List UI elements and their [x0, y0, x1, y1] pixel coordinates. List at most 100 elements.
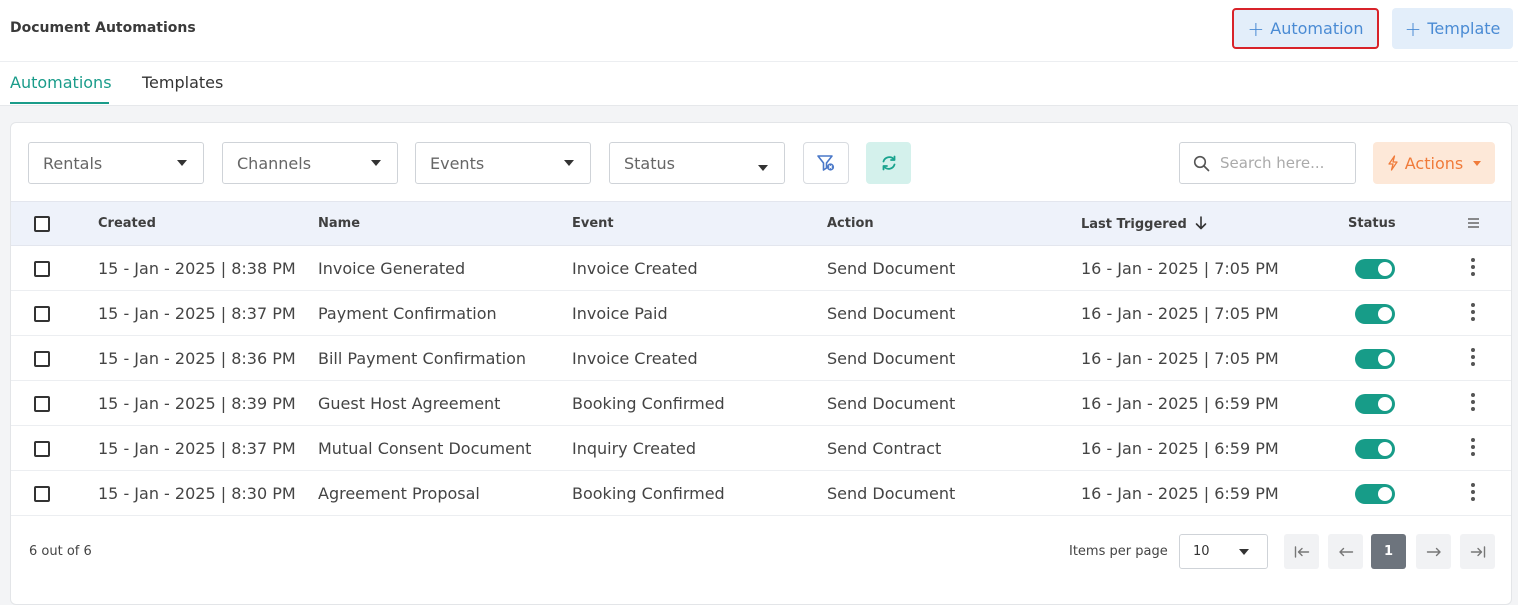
row-checkbox[interactable] [34, 441, 50, 457]
rentals-dropdown[interactable]: Rentals [28, 142, 204, 184]
event-cell: Invoice Created [572, 349, 698, 368]
items-per-page-select[interactable]: 10 [1179, 534, 1268, 569]
row-checkbox[interactable] [34, 306, 50, 322]
last-triggered-cell: 16 - Jan - 2025 | 7:05 PM [1081, 304, 1279, 323]
column-header-status[interactable]: Status [1348, 216, 1396, 231]
events-dropdown-label: Events [430, 153, 485, 173]
active-tab-indicator [10, 102, 109, 104]
table-row[interactable]: 15 - Jan - 2025 | 8:37 PM Payment Confirm… [11, 291, 1511, 336]
kebab-dot [1471, 303, 1475, 307]
plus-icon: + [1247, 16, 1265, 41]
status-toggle[interactable] [1355, 349, 1395, 369]
column-header-name[interactable]: Name [318, 216, 360, 231]
items-per-page-label: Items per page [1069, 544, 1168, 559]
refresh-button[interactable] [866, 142, 911, 184]
more-options-icon[interactable] [1469, 393, 1477, 413]
more-options-icon[interactable] [1469, 303, 1477, 323]
kebab-dot [1471, 317, 1475, 321]
select-all-checkbox[interactable] [34, 216, 50, 232]
arrow-right-icon [1426, 547, 1441, 556]
name-cell: Guest Host Agreement [318, 394, 501, 413]
kebab-dot [1471, 272, 1475, 276]
lightning-icon [1388, 155, 1398, 171]
column-header-last-triggered[interactable]: Last Triggered [1081, 216, 1207, 232]
row-checkbox[interactable] [34, 396, 50, 412]
search-input[interactable] [1220, 153, 1350, 173]
rentals-dropdown-label: Rentals [43, 153, 103, 173]
table-row[interactable]: 15 - Jan - 2025 | 8:30 PM Agreement Propo… [11, 471, 1511, 516]
status-toggle[interactable] [1355, 484, 1395, 504]
caret-down-icon [758, 165, 768, 171]
last-triggered-cell: 16 - Jan - 2025 | 6:59 PM [1081, 394, 1279, 413]
status-toggle[interactable] [1355, 259, 1395, 279]
kebab-dot [1471, 362, 1475, 366]
more-options-icon[interactable] [1469, 438, 1477, 458]
last-page-button[interactable] [1460, 534, 1495, 569]
table-row[interactable]: 15 - Jan - 2025 | 8:36 PM Bill Payment Co… [11, 336, 1511, 381]
row-checkbox[interactable] [34, 351, 50, 367]
last-triggered-cell: 16 - Jan - 2025 | 7:05 PM [1081, 259, 1279, 278]
items-per-page-value: 10 [1193, 544, 1210, 559]
first-page-button[interactable] [1284, 534, 1319, 569]
action-cell: Send Document [827, 259, 956, 278]
table-row[interactable]: 15 - Jan - 2025 | 8:37 PM Mutual Consent … [11, 426, 1511, 471]
events-dropdown[interactable]: Events [415, 142, 591, 184]
kebab-dot [1471, 258, 1475, 262]
kebab-dot [1471, 355, 1475, 359]
clear-filter-button[interactable] [803, 142, 849, 184]
kebab-dot [1471, 265, 1475, 269]
actions-button[interactable]: Actions [1373, 142, 1495, 184]
status-toggle[interactable] [1355, 394, 1395, 414]
actions-label: Actions [1404, 153, 1464, 173]
action-cell: Send Document [827, 304, 956, 323]
column-header-created[interactable]: Created [98, 216, 156, 231]
action-cell: Send Document [827, 349, 956, 368]
row-checkbox[interactable] [34, 261, 50, 277]
tab-templates[interactable]: Templates [142, 73, 223, 92]
status-dropdown[interactable]: Status [609, 142, 785, 184]
table-row[interactable]: 15 - Jan - 2025 | 8:38 PM Invoice Generat… [11, 246, 1511, 291]
action-cell: Send Document [827, 484, 956, 503]
more-options-icon[interactable] [1469, 483, 1477, 503]
column-header-action[interactable]: Action [827, 216, 874, 231]
caret-down-icon [1473, 160, 1482, 166]
caret-down-icon [564, 160, 574, 166]
kebab-dot [1471, 483, 1475, 487]
tab-automations[interactable]: Automations [10, 73, 112, 92]
automations-card: Rentals Channels Events Status Search he… [10, 122, 1512, 605]
kebab-dot [1471, 393, 1475, 397]
created-cell: 15 - Jan - 2025 | 8:37 PM [98, 304, 296, 323]
page-1-button[interactable]: 1 [1371, 534, 1406, 569]
kebab-dot [1471, 407, 1475, 411]
filter-clear-icon [817, 155, 835, 171]
status-toggle[interactable] [1355, 439, 1395, 459]
channels-dropdown-label: Channels [237, 153, 312, 173]
name-cell: Mutual Consent Document [318, 439, 532, 458]
column-menu-icon[interactable] [1467, 217, 1480, 229]
column-header-event[interactable]: Event [572, 216, 614, 231]
top-bar: Document Automations + Automation + Temp… [0, 0, 1518, 62]
kebab-dot [1471, 452, 1475, 456]
table-header: Created Name Event Action Last Triggered… [11, 201, 1511, 246]
channels-dropdown[interactable]: Channels [222, 142, 398, 184]
created-cell: 15 - Jan - 2025 | 8:37 PM [98, 439, 296, 458]
last-triggered-cell: 16 - Jan - 2025 | 7:05 PM [1081, 349, 1279, 368]
previous-page-button[interactable] [1328, 534, 1363, 569]
add-template-button[interactable]: + Template [1392, 8, 1513, 49]
more-options-icon[interactable] [1469, 348, 1477, 368]
toggle-knob [1378, 262, 1392, 276]
row-checkbox[interactable] [34, 486, 50, 502]
caret-down-icon [371, 160, 381, 166]
event-cell: Invoice Created [572, 259, 698, 278]
next-page-button[interactable] [1416, 534, 1451, 569]
status-toggle[interactable] [1355, 304, 1395, 324]
add-automation-button[interactable]: + Automation [1232, 8, 1379, 49]
sort-arrow-down-icon [1196, 216, 1207, 230]
table-row[interactable]: 15 - Jan - 2025 | 8:39 PM Guest Host Agre… [11, 381, 1511, 426]
toggle-knob [1378, 397, 1392, 411]
page-title: Document Automations [10, 20, 196, 36]
more-options-icon[interactable] [1469, 258, 1477, 278]
name-cell: Payment Confirmation [318, 304, 497, 323]
kebab-dot [1471, 497, 1475, 501]
caret-down-icon [177, 160, 187, 166]
